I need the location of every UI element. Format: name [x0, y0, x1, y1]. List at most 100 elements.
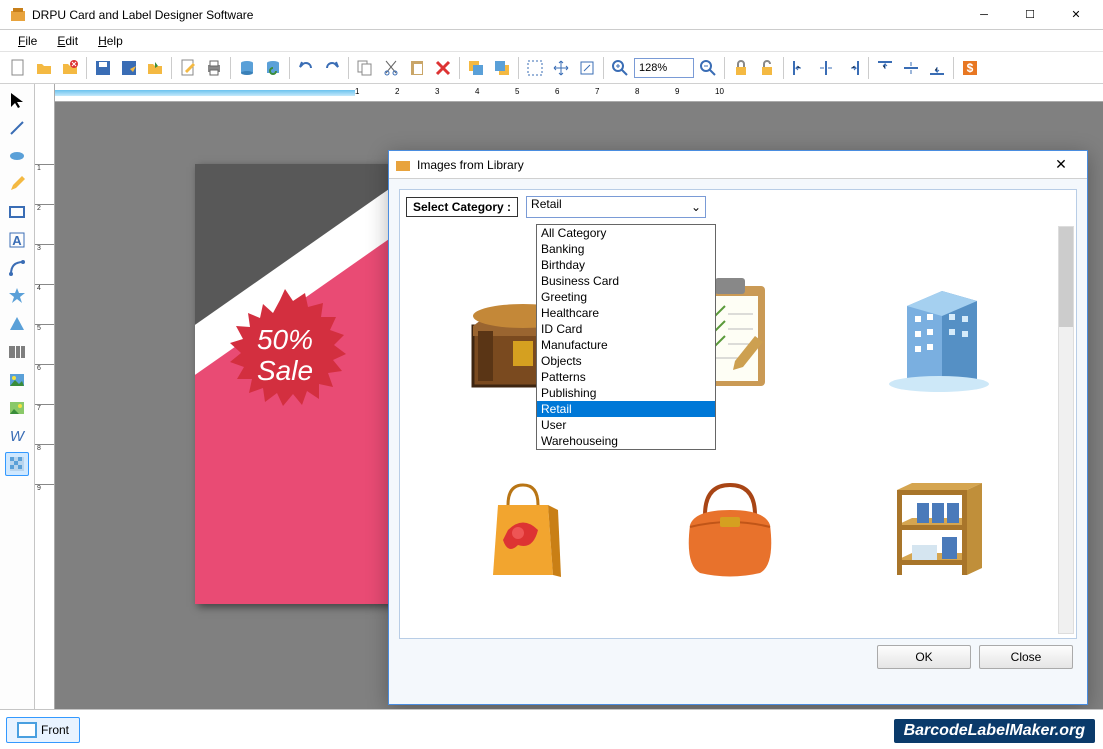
- menu-file[interactable]: File: [8, 32, 47, 50]
- align-bottom-icon[interactable]: [925, 56, 949, 80]
- vertical-ruler: 123 456 789: [35, 84, 55, 709]
- opt-patterns[interactable]: Patterns: [537, 369, 715, 385]
- price-icon[interactable]: $: [958, 56, 982, 80]
- resize-icon[interactable]: [575, 56, 599, 80]
- maximize-button[interactable]: ☐: [1007, 1, 1053, 29]
- copy-icon[interactable]: [353, 56, 377, 80]
- opt-manufacture[interactable]: Manufacture: [537, 337, 715, 353]
- h-ruler: 12 34 56 78 910: [55, 84, 1103, 102]
- ellipse-tool-icon[interactable]: [5, 144, 29, 168]
- lib-shelf[interactable]: [839, 435, 1036, 614]
- redo-icon[interactable]: [320, 56, 344, 80]
- move-icon[interactable]: [549, 56, 573, 80]
- bring-front-icon[interactable]: [464, 56, 488, 80]
- opt-retail[interactable]: Retail: [537, 401, 715, 417]
- zoom-out-icon[interactable]: [696, 56, 720, 80]
- zoom-input[interactable]: [634, 58, 694, 78]
- opt-publishing[interactable]: Publishing: [537, 385, 715, 401]
- image-tool-icon[interactable]: [5, 368, 29, 392]
- dialog-titlebar: Images from Library ✕: [389, 151, 1087, 179]
- align-right-icon[interactable]: [840, 56, 864, 80]
- sale-percent: 50%: [257, 325, 313, 356]
- pencil-tool-icon[interactable]: [5, 172, 29, 196]
- chevron-down-icon: ⌄: [691, 200, 701, 214]
- dialog-icon: [395, 157, 411, 173]
- lib-shopping-bag[interactable]: [424, 435, 621, 614]
- save-icon[interactable]: [91, 56, 115, 80]
- lib-handbag[interactable]: [631, 435, 828, 614]
- database-icon[interactable]: [235, 56, 259, 80]
- minimize-button[interactable]: ─: [961, 1, 1007, 29]
- svg-text:A: A: [12, 233, 22, 248]
- category-label: Select Category :: [406, 197, 518, 217]
- opt-healthcare[interactable]: Healthcare: [537, 305, 715, 321]
- cut-icon[interactable]: [379, 56, 403, 80]
- line-tool-icon[interactable]: [5, 116, 29, 140]
- pattern-tool-icon[interactable]: [5, 452, 29, 476]
- close-button[interactable]: ✕: [1053, 1, 1099, 29]
- delete-icon[interactable]: [431, 56, 455, 80]
- align-left-icon[interactable]: [788, 56, 812, 80]
- window-titlebar: DRPU Card and Label Designer Software ─ …: [0, 0, 1103, 30]
- opt-objects[interactable]: Objects: [537, 353, 715, 369]
- export-icon[interactable]: [143, 56, 167, 80]
- align-center-v-icon[interactable]: [899, 56, 923, 80]
- opt-birthday[interactable]: Birthday: [537, 257, 715, 273]
- sale-label: Sale: [257, 356, 313, 387]
- database-refresh-icon[interactable]: [261, 56, 285, 80]
- front-tab[interactable]: Front: [6, 717, 80, 743]
- image-grid: [404, 226, 1056, 634]
- category-dropdown[interactable]: All Category Banking Birthday Business C…: [536, 224, 716, 450]
- zoom-in-icon[interactable]: [608, 56, 632, 80]
- svg-text:$: $: [967, 61, 974, 75]
- menu-edit[interactable]: Edit: [47, 32, 88, 50]
- print-icon[interactable]: [202, 56, 226, 80]
- opt-idcard[interactable]: ID Card: [537, 321, 715, 337]
- arc-tool-icon[interactable]: [5, 256, 29, 280]
- open-icon[interactable]: [32, 56, 56, 80]
- align-top-icon[interactable]: [873, 56, 897, 80]
- save-as-icon[interactable]: [117, 56, 141, 80]
- text-tool-icon[interactable]: A: [5, 228, 29, 252]
- opt-greeting[interactable]: Greeting: [537, 289, 715, 305]
- new-icon[interactable]: [6, 56, 30, 80]
- unlock-icon[interactable]: [755, 56, 779, 80]
- opt-warehouse[interactable]: Warehouseing: [537, 433, 715, 449]
- watermark: BarcodeLabelMaker.org: [894, 719, 1095, 743]
- undo-icon[interactable]: [294, 56, 318, 80]
- wordart-tool-icon[interactable]: W: [5, 424, 29, 448]
- send-back-icon[interactable]: [490, 56, 514, 80]
- close-dialog-button[interactable]: Close: [979, 645, 1073, 669]
- dialog-close-icon[interactable]: ✕: [1041, 156, 1081, 173]
- close-file-icon[interactable]: [58, 56, 82, 80]
- toolbar: $: [0, 52, 1103, 84]
- select-all-icon[interactable]: [523, 56, 547, 80]
- card-icon: [17, 722, 37, 738]
- align-center-h-icon[interactable]: [814, 56, 838, 80]
- edit-icon[interactable]: [176, 56, 200, 80]
- opt-user[interactable]: User: [537, 417, 715, 433]
- lib-building[interactable]: [839, 246, 1036, 425]
- menu-help[interactable]: Help: [88, 32, 133, 50]
- pointer-tool-icon[interactable]: [5, 88, 29, 112]
- dialog-title: Images from Library: [417, 158, 1041, 172]
- category-select[interactable]: Retail ⌄: [526, 196, 706, 218]
- window-title: DRPU Card and Label Designer Software: [32, 8, 961, 22]
- tool-sidebar: A W: [0, 84, 35, 709]
- library-panel: Select Category : Retail ⌄ All Category …: [399, 189, 1077, 639]
- opt-business[interactable]: Business Card: [537, 273, 715, 289]
- lock-icon[interactable]: [729, 56, 753, 80]
- ok-button[interactable]: OK: [877, 645, 971, 669]
- library-scrollbar[interactable]: [1058, 226, 1074, 634]
- rectangle-tool-icon[interactable]: [5, 200, 29, 224]
- star-tool-icon[interactable]: [5, 284, 29, 308]
- menubar: File Edit Help: [0, 30, 1103, 52]
- opt-all[interactable]: All Category: [537, 225, 715, 241]
- triangle-tool-icon[interactable]: [5, 312, 29, 336]
- sale-badge[interactable]: 50% Sale: [210, 284, 360, 434]
- paste-icon[interactable]: [405, 56, 429, 80]
- barcode-tool-icon[interactable]: [5, 340, 29, 364]
- library-tool-icon[interactable]: [5, 396, 29, 420]
- images-library-dialog: Images from Library ✕ Select Category : …: [388, 150, 1088, 705]
- opt-banking[interactable]: Banking: [537, 241, 715, 257]
